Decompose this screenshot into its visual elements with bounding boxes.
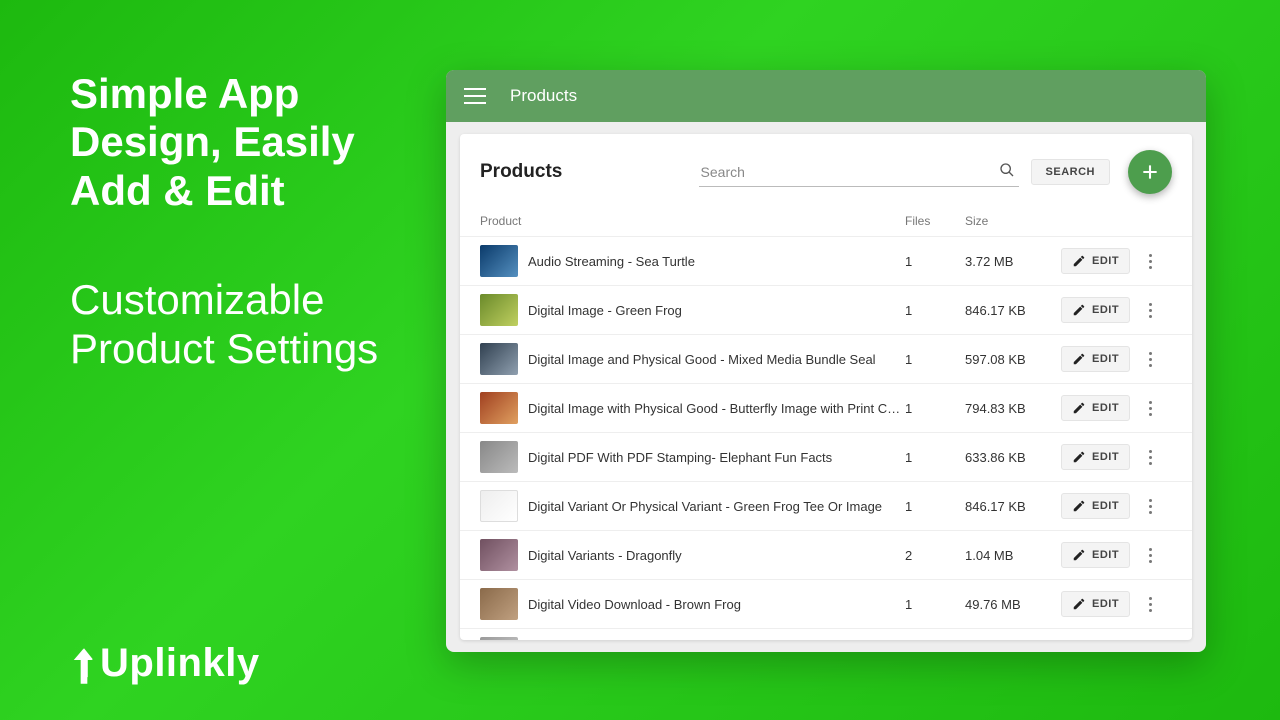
card-title: Products [480,161,562,183]
product-name: Digital Variant Or Physical Variant - Gr… [528,499,905,514]
product-files: 1 [905,499,965,514]
table-body: Audio Streaming - Sea Turtle13.72 MBEDIT… [460,236,1192,640]
col-files: Files [905,214,965,228]
pencil-icon [1072,548,1086,562]
edit-button[interactable]: EDIT [1061,591,1130,617]
search-field-wrap [699,158,1019,187]
more-menu-icon[interactable] [1140,499,1160,514]
product-files: 1 [905,352,965,367]
product-thumbnail [480,441,518,473]
add-product-button[interactable] [1128,150,1172,194]
edit-button[interactable]: EDIT [1061,297,1130,323]
pencil-icon [1072,499,1086,513]
edit-button[interactable]: EDIT [1061,248,1130,274]
uplinkly-arrow-icon [70,646,98,686]
product-size: 49.76 MB [965,597,1061,612]
product-thumbnail [480,539,518,571]
product-name: Digital Variants - Dragonfly [528,548,905,563]
table-row: Digital Image and Physical Good - Mixed … [460,334,1192,383]
product-size: 3.72 MB [965,254,1061,269]
card-header: Products SEARCH [460,134,1192,204]
product-files: 1 [905,254,965,269]
search-icon [999,162,1015,178]
table-row: Audio Streaming - Sea Turtle13.72 MBEDIT [460,236,1192,285]
edit-button[interactable]: EDIT [1061,346,1130,372]
product-thumbnail [480,392,518,424]
col-size: Size [965,214,1061,228]
search-button[interactable]: SEARCH [1031,159,1110,185]
edit-button[interactable]: EDIT [1061,395,1130,421]
product-thumbnail [480,343,518,375]
more-menu-icon[interactable] [1140,401,1160,416]
edit-button[interactable]: EDIT [1061,493,1130,519]
promo-text: Simple App Design, Easily Add & Edit Cus… [70,70,400,374]
product-name: Digital Image with Physical Good - Butte… [528,401,905,416]
promo-heading-1: Simple App Design, Easily Add & Edit [70,70,400,215]
product-size: 633.86 KB [965,450,1061,465]
product-size: 794.83 KB [965,401,1061,416]
table-row: Digital PDF With PDF Stamping- Elephant … [460,432,1192,481]
edit-button[interactable]: EDIT [1061,444,1130,470]
product-files: 1 [905,303,965,318]
brand-logo: Uplinkly [70,641,260,686]
more-menu-icon[interactable] [1140,548,1160,563]
product-thumbnail [480,294,518,326]
table-row: Digital Variant Or Physical Variant - Gr… [460,481,1192,530]
table-columns: Product Files Size [460,204,1192,236]
product-thumbnail [480,245,518,277]
product-name: Digital Video Download - Brown Frog [528,597,905,612]
brand-name: Uplinkly [100,641,260,686]
pencil-icon [1072,352,1086,366]
table-row [460,628,1192,640]
product-files: 2 [905,548,965,563]
appbar-title: Products [510,86,577,106]
more-menu-icon[interactable] [1140,450,1160,465]
product-name: Digital Image and Physical Good - Mixed … [528,352,905,367]
product-size: 1.04 MB [965,548,1061,563]
app-bar: Products [446,70,1206,122]
more-menu-icon[interactable] [1140,254,1160,269]
product-name: Digital Image - Green Frog [528,303,905,318]
pencil-icon [1072,597,1086,611]
product-files: 1 [905,597,965,612]
hamburger-menu-icon[interactable] [464,88,486,104]
plus-icon [1140,162,1160,182]
product-thumbnail [480,588,518,620]
product-files: 1 [905,450,965,465]
table-row: Digital Image - Green Frog1846.17 KBEDIT [460,285,1192,334]
table-row: Digital Variants - Dragonfly21.04 MBEDIT [460,530,1192,579]
pencil-icon [1072,303,1086,317]
pencil-icon [1072,254,1086,268]
table-row: Digital Image with Physical Good - Butte… [460,383,1192,432]
app-window: Products Products SEARCH Product Files S… [446,70,1206,652]
more-menu-icon[interactable] [1140,597,1160,612]
product-files: 1 [905,401,965,416]
product-thumbnail [480,637,518,640]
product-name: Digital PDF With PDF Stamping- Elephant … [528,450,905,465]
table-row: Digital Video Download - Brown Frog149.7… [460,579,1192,628]
product-size: 597.08 KB [965,352,1061,367]
more-menu-icon[interactable] [1140,303,1160,318]
product-name: Audio Streaming - Sea Turtle [528,254,905,269]
edit-button[interactable]: EDIT [1061,542,1130,568]
product-size: 846.17 KB [965,303,1061,318]
product-thumbnail [480,490,518,522]
pencil-icon [1072,450,1086,464]
col-product: Product [480,214,905,228]
promo-heading-2: Customizable Product Settings [70,275,400,374]
pencil-icon [1072,401,1086,415]
more-menu-icon[interactable] [1140,352,1160,367]
products-card: Products SEARCH Product Files Size Audio… [460,134,1192,640]
product-size: 846.17 KB [965,499,1061,514]
search-input[interactable] [699,158,1019,187]
